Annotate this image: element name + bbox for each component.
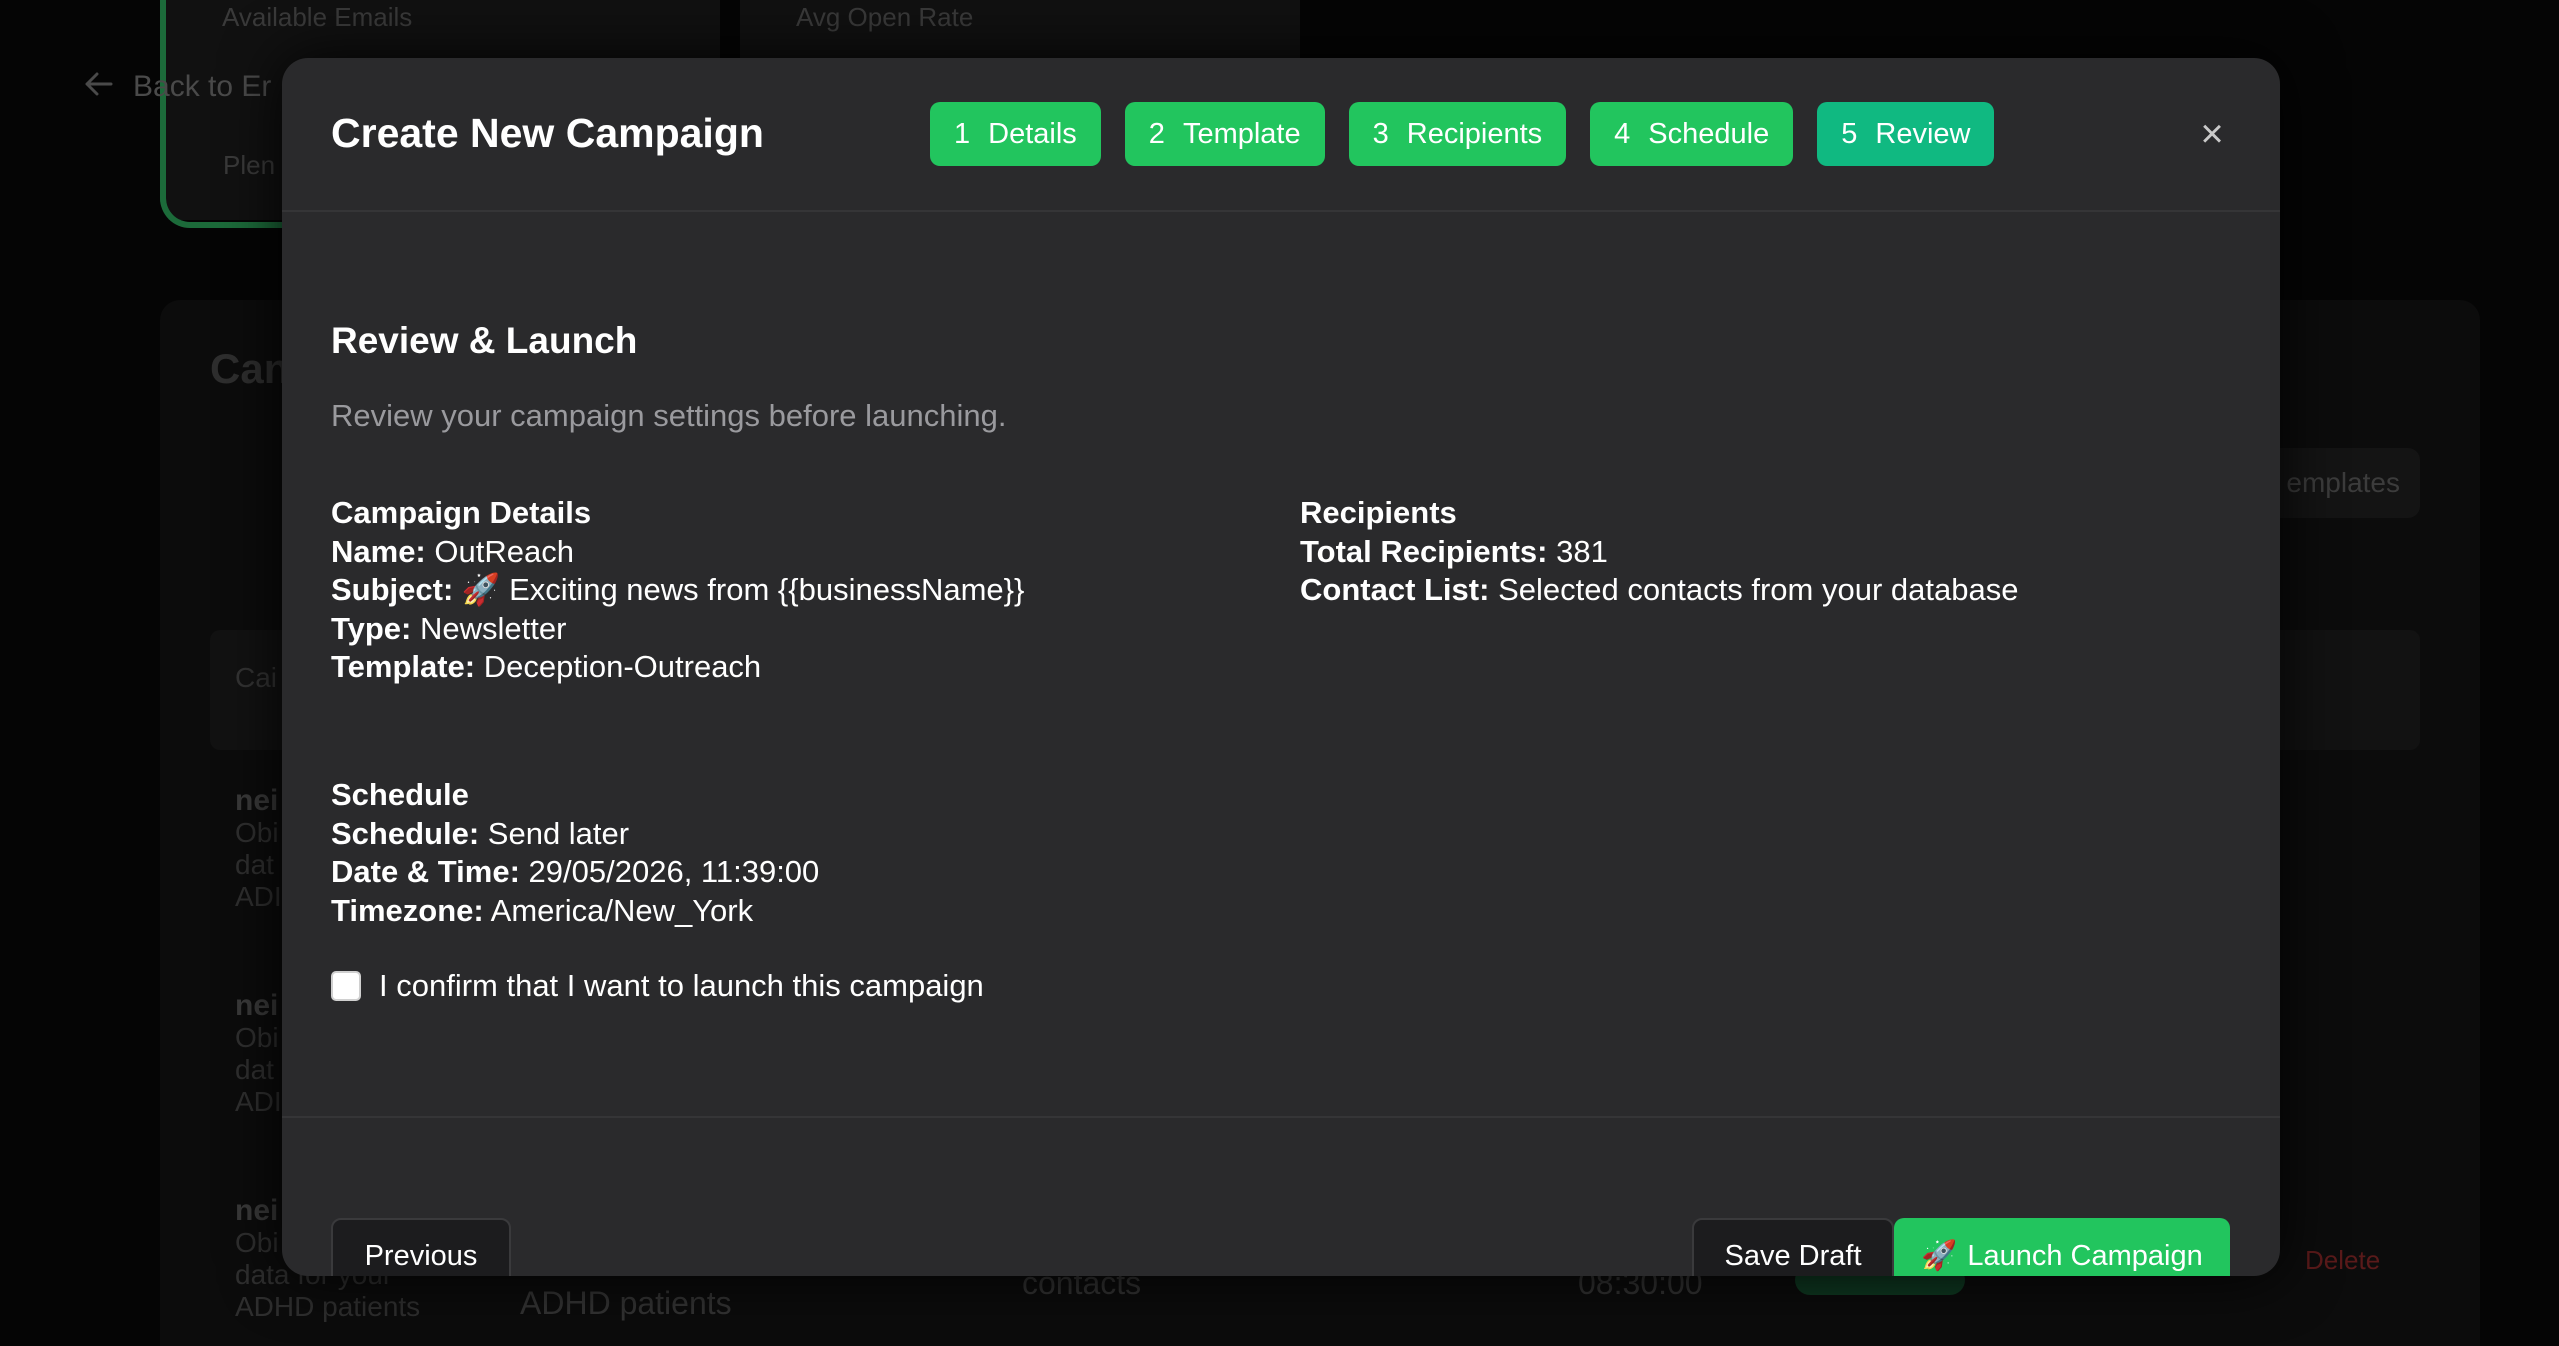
back-link-label: Back to Er: [133, 70, 272, 103]
templates-button-label: emplates: [2286, 467, 2400, 498]
recipients-contact-list: Contact List: Selected contacts from you…: [1300, 572, 2019, 607]
step-number: 4: [1614, 117, 1631, 150]
table-row[interactable]: nei Obi dat ADI: [235, 990, 282, 1118]
detail-type: Type: Newsletter: [331, 610, 567, 646]
step-label: Recipients: [1406, 117, 1543, 150]
schedule-title: Schedule: [331, 777, 469, 812]
row-line: ADHD patients: [235, 1291, 421, 1322]
plan-text: Plen: [223, 150, 276, 180]
step-label: Details: [988, 117, 1077, 150]
create-campaign-modal: Create New Campaign 1 Details 2 Template…: [282, 58, 2280, 1276]
app-stage: Available Emails Avg Open Rate Back to E…: [0, 0, 2559, 1346]
step-label: Review: [1875, 117, 1971, 150]
back-link[interactable]: Back to Er: [85, 70, 271, 104]
row-audience: ADHD patients: [520, 1285, 732, 1321]
confirm-checkbox[interactable]: [331, 971, 361, 1001]
campaign-details-summary: Campaign Details Name: OutReach Subject:…: [331, 494, 1024, 687]
schedule-mode: Schedule: Send later: [331, 815, 630, 851]
table-row[interactable]: nei Obi dat ADI: [235, 785, 282, 913]
row-line: Obi: [235, 817, 279, 848]
schedule-timezone: Timezone: America/New_York: [331, 892, 754, 928]
save-draft-button[interactable]: Save Draft: [1692, 1218, 1894, 1276]
row-line: dat: [235, 1054, 274, 1085]
modal-header: Create New Campaign 1 Details 2 Template…: [282, 58, 2280, 212]
confirm-label: I confirm that I want to launch this cam…: [379, 968, 984, 1003]
step-number: 3: [1372, 117, 1389, 150]
launch-campaign-button[interactable]: 🚀 Launch Campaign: [1894, 1218, 2230, 1276]
step-template[interactable]: 2 Template: [1124, 102, 1325, 166]
row-line: Obi: [235, 1022, 279, 1053]
panel-title: Can: [210, 345, 290, 392]
arrow-left-icon: [85, 70, 113, 104]
row-line: ADI: [235, 1086, 282, 1117]
step-number: 1: [954, 117, 971, 150]
modal-title: Create New Campaign: [331, 110, 764, 156]
recipients-summary: Recipients Total Recipients: 381 Contact…: [1300, 494, 2018, 610]
step-number: 5: [1841, 117, 1858, 150]
row-line: dat: [235, 849, 274, 880]
previous-button[interactable]: Previous: [331, 1218, 511, 1276]
recipients-total: Total Recipients: 381: [1300, 533, 1608, 569]
step-number: 2: [1148, 117, 1165, 150]
section-title: Review & Launch: [331, 320, 638, 361]
confirm-launch[interactable]: I confirm that I want to launch this cam…: [331, 968, 984, 1004]
table-header-label: Cai: [235, 662, 278, 693]
modal-footer: Previous Save Draft 🚀 Launch Campaign: [282, 1116, 2280, 1276]
step-details[interactable]: 1 Details: [930, 102, 1101, 166]
row-line: Obi: [235, 1227, 279, 1258]
close-icon[interactable]: ×: [2192, 112, 2232, 156]
schedule-datetime: Date & Time: 29/05/2026, 11:39:00: [331, 854, 820, 889]
step-recipients[interactable]: 3 Recipients: [1348, 102, 1567, 166]
row-line: ADI: [235, 881, 282, 912]
details-title: Campaign Details: [331, 495, 592, 530]
row-name: nei: [235, 989, 279, 1022]
section-subtitle: Review your campaign settings before lau…: [331, 398, 1007, 433]
row-name: nei: [235, 784, 279, 817]
schedule-summary: Schedule Schedule: Send later Date & Tim…: [331, 776, 819, 930]
stat-label: Available Emails: [222, 2, 413, 32]
row-name: nei: [235, 1194, 279, 1227]
detail-subject: Subject: 🚀 Exciting news from {{business…: [331, 572, 1025, 607]
step-schedule[interactable]: 4 Schedule: [1590, 102, 1794, 166]
detail-template: Template: Deception-Outreach: [331, 649, 762, 684]
detail-name: Name: OutReach: [331, 533, 574, 569]
step-indicator: 1 Details 2 Template 3 Recipients 4 Sche…: [930, 102, 1995, 166]
recipients-title: Recipients: [1300, 495, 1457, 530]
step-label: Schedule: [1648, 117, 1770, 150]
launch-campaign-label: Launch Campaign: [1967, 1239, 2203, 1272]
step-label: Template: [1182, 117, 1301, 150]
rocket-icon: 🚀: [1921, 1240, 1958, 1272]
stat-label: Avg Open Rate: [796, 2, 974, 32]
delete-link[interactable]: Delete: [2305, 1245, 2380, 1276]
step-review[interactable]: 5 Review: [1817, 102, 1995, 166]
